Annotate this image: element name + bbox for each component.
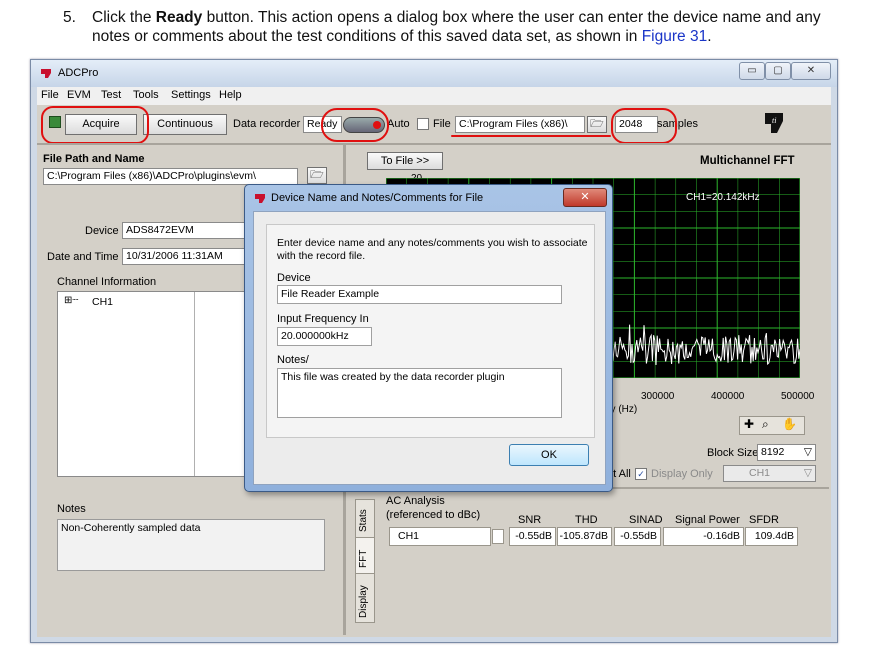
step-text-bold: Ready	[155, 9, 203, 26]
step-text-end: .	[707, 28, 712, 45]
menu-help[interactable]: Help	[219, 89, 242, 101]
ready-highlight	[321, 108, 389, 142]
window-title: ADCPro	[58, 67, 99, 79]
datetime-label: Date and Time	[47, 251, 119, 263]
channel-tree[interactable]: ⊞┈ CH1	[57, 291, 259, 477]
ti-brand-icon: ti	[765, 113, 783, 133]
tab-fft[interactable]: FFT	[355, 537, 375, 575]
x-tick-500000: 500000	[781, 391, 815, 402]
notes-field[interactable]: Non-Coherently sampled data	[57, 519, 325, 571]
display-channel-value: CH1	[749, 467, 771, 479]
header-signal-power: Signal Power	[675, 514, 740, 526]
svg-text:ti: ti	[772, 116, 776, 125]
browse-folder-icon[interactable]: 🗁	[307, 167, 327, 184]
notes-label: Notes	[57, 503, 86, 515]
zoom-icon[interactable]: ⌕	[762, 417, 769, 432]
file-path-label: File Path and Name	[43, 153, 145, 165]
tab-display[interactable]: Display	[355, 573, 375, 623]
dialog-freq-label: Input Frequency In	[277, 313, 369, 325]
folder-icon[interactable]: 🗁	[587, 116, 607, 133]
title-bar: ADCPro ▭ ▢ ✕	[31, 60, 837, 87]
ti-logo-icon	[41, 69, 51, 78]
menu-tools[interactable]: Tools	[133, 89, 159, 101]
datetime-field[interactable]: 10/31/2006 11:31AM	[122, 248, 247, 265]
acquire-highlight	[41, 106, 149, 144]
dialog-instructions: Enter device name and any notes/comments…	[277, 237, 588, 262]
ac-signal-power-value: -0.16dB	[663, 527, 744, 546]
channel-info-label: Channel Information	[57, 276, 157, 288]
device-field[interactable]: ADS8472EVM	[122, 222, 247, 239]
step-text-a: Click the	[92, 9, 156, 26]
dialog-freq-field[interactable]: 20.000000kHz	[277, 327, 372, 346]
pan-hand-icon[interactable]: ✋	[782, 417, 797, 431]
step-text: Click the Ready button. This action open…	[92, 8, 862, 46]
device-label: Device	[85, 225, 119, 237]
minimize-button[interactable]: ▭	[739, 62, 765, 80]
dialog-ok-button[interactable]: OK	[509, 444, 589, 466]
file-underline	[451, 135, 611, 137]
block-size-select[interactable]: 8192 ▽	[757, 444, 816, 461]
dialog-body: Enter device name and any notes/comments…	[253, 211, 606, 485]
dropdown-arrow-icon: ▽	[803, 446, 812, 458]
ac-snr-value: -0.55dB	[509, 527, 556, 546]
dialog-content-box: Enter device name and any notes/comments…	[266, 224, 595, 438]
samples-highlight	[611, 108, 677, 144]
ac-color-swatch	[492, 529, 504, 544]
to-file-button[interactable]: To File >>	[367, 152, 443, 170]
graph-title: Multichannel FFT	[700, 155, 795, 167]
ac-ref-label: (referenced to dBc)	[386, 509, 481, 521]
device-notes-dialog: Device Name and Notes/Comments for File …	[244, 184, 613, 492]
ac-thd-value: -105.87dB	[557, 527, 612, 546]
display-channel-select[interactable]: CH1 ▽	[723, 465, 816, 482]
header-snr: SNR	[518, 514, 542, 526]
graph-tools: ✚ ⌕ ✋	[739, 416, 805, 435]
dialog-notes-label: Notes/	[277, 354, 309, 366]
ac-sinad-value: -0.55dB	[614, 527, 661, 546]
tab-stats[interactable]: Stats	[355, 499, 375, 539]
step-number: 5.	[63, 9, 76, 26]
dialog-ti-icon	[255, 194, 265, 203]
dialog-close-button[interactable]: ✕	[563, 188, 607, 207]
expand-icon[interactable]: ⊞┈	[64, 295, 78, 306]
x-tick-400000: 400000	[711, 391, 745, 402]
block-size-value: 8192	[761, 446, 785, 458]
menu-file[interactable]: File	[41, 89, 59, 101]
dialog-device-field[interactable]: File Reader Example	[277, 285, 562, 304]
file-label: File	[433, 118, 451, 130]
menu-test[interactable]: Test	[101, 89, 121, 101]
file-path-field[interactable]: C:\Program Files (x86)\	[455, 116, 585, 133]
header-thd: THD	[575, 514, 598, 526]
menu-settings[interactable]: Settings	[171, 89, 211, 101]
channel-item[interactable]: CH1	[92, 296, 113, 308]
crosshair-icon[interactable]: ✚	[744, 417, 754, 431]
maximize-button[interactable]: ▢	[765, 62, 791, 80]
data-recorder-label: Data recorder	[233, 118, 301, 130]
auto-checkbox[interactable]	[417, 118, 429, 130]
display-dropdown-icon: ▽	[803, 467, 812, 479]
figure-link[interactable]: Figure 31	[642, 28, 707, 45]
plot-all-checkbox[interactable]: ✓	[635, 468, 647, 480]
close-button[interactable]: ✕	[791, 62, 831, 80]
header-sfdr: SFDR	[749, 514, 779, 526]
dialog-title: Device Name and Notes/Comments for File	[271, 192, 484, 204]
x-tick-300000: 300000	[641, 391, 675, 402]
ac-analysis-label: AC Analysis	[386, 495, 445, 507]
ac-channel-value: CH1	[398, 530, 420, 542]
toolbar-divider	[37, 143, 831, 145]
block-size-label: Block Size	[707, 447, 759, 459]
menu-evm[interactable]: EVM	[67, 89, 91, 101]
dialog-notes-field[interactable]: This file was created by the data record…	[277, 368, 562, 418]
auto-label: Auto	[387, 118, 410, 130]
continuous-button[interactable]: Continuous	[143, 114, 227, 135]
display-only-label: Display Only	[651, 468, 713, 480]
header-sinad: SINAD	[629, 514, 663, 526]
menu-bar: File EVM Test Tools Settings Help	[37, 87, 831, 105]
file-path-name-field[interactable]: C:\Program Files (x86)\ADCPro\plugins\ev…	[43, 168, 298, 185]
dialog-device-label: Device	[277, 272, 311, 284]
ac-channel-cell: CH1	[389, 527, 504, 546]
ac-sfdr-value: 109.4dB	[745, 527, 798, 546]
graph-annotation: CH1=20.142kHz	[686, 192, 760, 203]
